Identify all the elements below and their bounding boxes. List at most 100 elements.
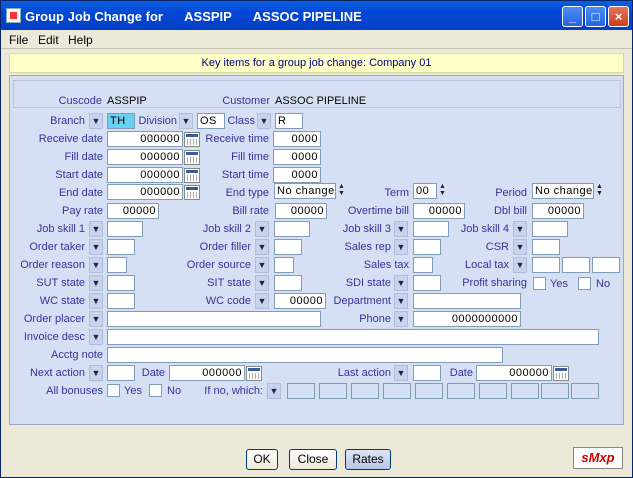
local-tax-field-1[interactable]	[532, 257, 560, 273]
calendar-icon[interactable]	[184, 168, 200, 183]
sales-tax-field[interactable]	[413, 257, 433, 273]
calendar-icon[interactable]	[246, 366, 262, 381]
order-taker-field[interactable]	[107, 239, 135, 255]
all-bonuses-yes-checkbox[interactable]	[107, 384, 120, 397]
sales-rep-dropdown[interactable]: ▼	[394, 239, 408, 255]
class-dropdown[interactable]: ▼	[257, 113, 271, 129]
order-reason-dropdown[interactable]: ▼	[89, 257, 103, 273]
sit-state-dropdown[interactable]: ▼	[255, 275, 269, 291]
receive-time-field[interactable]: 0000	[273, 131, 321, 147]
local-tax-field-3[interactable]	[592, 257, 620, 273]
menu-help[interactable]: Help	[68, 33, 93, 47]
last-action-field[interactable]	[413, 365, 441, 381]
fill-time-field[interactable]: 0000	[273, 149, 321, 165]
menu-file[interactable]: File	[9, 33, 28, 47]
minimize-button[interactable]: _	[562, 6, 583, 27]
profit-sharing-yes-checkbox[interactable]	[533, 277, 546, 290]
branch-dropdown[interactable]: ▼	[89, 113, 103, 129]
bonus-field-8[interactable]	[511, 383, 539, 399]
order-placer-dropdown[interactable]: ▼	[89, 311, 103, 327]
order-taker-dropdown[interactable]: ▼	[89, 239, 103, 255]
wc-code-dropdown[interactable]: ▼	[255, 293, 269, 309]
job-skill-4-field[interactable]	[532, 221, 568, 237]
last-action-date-field[interactable]: 000000	[476, 365, 552, 381]
bonus-field-3[interactable]	[351, 383, 379, 399]
ok-button[interactable]: OK	[246, 449, 278, 470]
sit-state-field[interactable]	[274, 275, 302, 291]
wc-state-dropdown[interactable]: ▼	[89, 293, 103, 309]
bonus-field-9[interactable]	[541, 383, 569, 399]
bonus-field-10[interactable]	[571, 383, 599, 399]
csr-dropdown[interactable]: ▼	[513, 239, 527, 255]
overtime-bill-field[interactable]: 00000	[413, 203, 465, 219]
bonus-field-6[interactable]	[447, 383, 475, 399]
class-field[interactable]: R	[275, 113, 303, 129]
phone-field[interactable]: 0000000000	[413, 311, 521, 327]
order-source-field[interactable]	[274, 257, 294, 273]
calendar-icon[interactable]	[184, 150, 200, 165]
next-action-dropdown[interactable]: ▼	[89, 365, 103, 381]
last-action-dropdown[interactable]: ▼	[394, 365, 408, 381]
wc-state-field[interactable]	[107, 293, 135, 309]
division-dropdown[interactable]: ▼	[179, 113, 193, 129]
invoice-desc-dropdown[interactable]: ▼	[89, 329, 103, 345]
local-tax-dropdown[interactable]: ▼	[513, 257, 527, 273]
calendar-icon[interactable]	[184, 185, 200, 200]
close-window-button[interactable]: ×	[608, 6, 629, 27]
division-field[interactable]: OS	[197, 113, 225, 129]
menu-edit[interactable]: Edit	[38, 33, 59, 47]
bonus-field-1[interactable]	[287, 383, 315, 399]
order-filler-field[interactable]	[274, 239, 302, 255]
sut-state-field[interactable]	[107, 275, 135, 291]
branch-field[interactable]: TH	[107, 113, 135, 129]
department-dropdown[interactable]: ▼	[394, 293, 408, 309]
job-skill-2-dropdown[interactable]: ▼	[255, 221, 269, 237]
invoice-desc-field[interactable]	[107, 329, 599, 345]
bonus-field-2[interactable]	[319, 383, 347, 399]
bonus-field-5[interactable]	[415, 383, 443, 399]
department-field[interactable]	[413, 293, 521, 309]
sdi-state-field[interactable]	[413, 275, 441, 291]
spinner-icon[interactable]: ▲ ▼	[595, 183, 604, 199]
period-field[interactable]: No change	[532, 183, 594, 199]
next-action-field[interactable]	[107, 365, 135, 381]
order-reason-field[interactable]	[107, 257, 127, 273]
term-field[interactable]: 00	[413, 183, 437, 199]
all-bonuses-no-checkbox[interactable]	[149, 384, 162, 397]
job-skill-2-field[interactable]	[274, 221, 310, 237]
start-time-field[interactable]: 0000	[273, 167, 321, 183]
profit-sharing-no-checkbox[interactable]	[578, 277, 591, 290]
job-skill-4-dropdown[interactable]: ▼	[513, 221, 527, 237]
close-button[interactable]: Close	[289, 449, 337, 470]
order-placer-field[interactable]	[107, 311, 321, 327]
start-date-field[interactable]: 000000	[107, 167, 183, 183]
sut-state-dropdown[interactable]: ▼	[89, 275, 103, 291]
job-skill-3-dropdown[interactable]: ▼	[394, 221, 408, 237]
order-filler-dropdown[interactable]: ▼	[255, 239, 269, 255]
order-source-dropdown[interactable]: ▼	[255, 257, 269, 273]
bill-rate-field[interactable]: 00000	[275, 203, 327, 219]
bonus-dropdown[interactable]: ▼	[267, 383, 281, 399]
phone-dropdown[interactable]: ▼	[394, 311, 408, 327]
next-action-date-field[interactable]: 000000	[169, 365, 245, 381]
dbl-bill-field[interactable]: 00000	[532, 203, 584, 219]
maximize-button[interactable]: □	[585, 6, 606, 27]
receive-date-field[interactable]: 000000	[107, 131, 183, 147]
bonus-field-4[interactable]	[383, 383, 411, 399]
pay-rate-field[interactable]: 00000	[107, 203, 159, 219]
calendar-icon[interactable]	[184, 132, 200, 147]
acctg-note-field[interactable]	[107, 347, 503, 363]
job-skill-1-field[interactable]	[107, 221, 143, 237]
local-tax-field-2[interactable]	[562, 257, 590, 273]
calendar-icon[interactable]	[553, 366, 569, 381]
title-bar[interactable]: Group Job Change for ASSPIP ASSOC PIPELI…	[1, 1, 632, 30]
sdi-state-dropdown[interactable]: ▼	[394, 275, 408, 291]
fill-date-field[interactable]: 000000	[107, 149, 183, 165]
job-skill-1-dropdown[interactable]: ▼	[89, 221, 103, 237]
end-type-field[interactable]: No change	[274, 183, 336, 199]
rates-button[interactable]: Rates	[345, 449, 391, 470]
spinner-icon[interactable]: ▲ ▼	[337, 183, 346, 199]
bonus-field-7[interactable]	[479, 383, 507, 399]
csr-field[interactable]	[532, 239, 560, 255]
end-date-field[interactable]: 000000	[107, 184, 183, 200]
